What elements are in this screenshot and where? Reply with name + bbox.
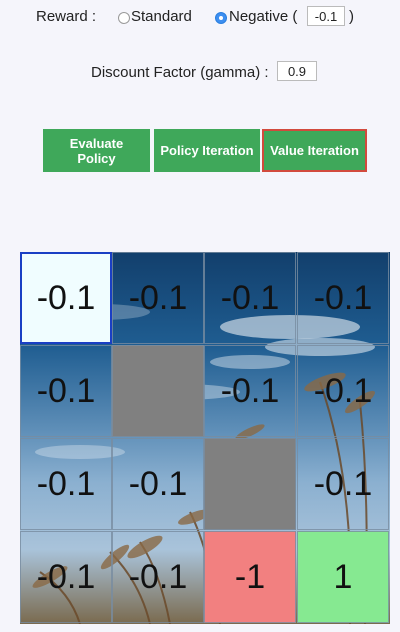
grid-cell[interactable]: -0.1 — [20, 345, 112, 437]
standard-radio[interactable] — [118, 12, 130, 24]
standard-radio-label[interactable]: Standard — [131, 8, 192, 25]
grid-cell-start[interactable]: -0.1 — [20, 252, 112, 344]
grid-cell[interactable]: -0.1 — [112, 531, 204, 623]
negative-close-paren: ) — [349, 8, 354, 25]
negative-radio-label[interactable]: Negative ( — [229, 8, 297, 25]
negative-reward-input[interactable]: -0.1 — [307, 6, 345, 26]
grid-cell-wall[interactable] — [112, 345, 204, 437]
value-iteration-button[interactable]: Value Iteration — [262, 129, 367, 172]
grid-cell[interactable]: -0.1 — [204, 345, 296, 437]
reward-label: Reward : — [36, 8, 97, 25]
grid-cell[interactable]: -0.1 — [204, 252, 296, 344]
gridworld: -0.1 -0.1 -0.1 -0.1 -0.1 -0.1 -0.1 -0.1 … — [20, 252, 390, 624]
policy-iteration-button[interactable]: Policy Iteration — [154, 129, 260, 172]
grid-cell[interactable]: -0.1 — [20, 438, 112, 530]
reward-row: Reward : Standard Negative ( -0.1 ) — [0, 6, 400, 28]
grid-cell[interactable]: -0.1 — [112, 438, 204, 530]
evaluate-policy-button[interactable]: Evaluate Policy — [43, 129, 150, 172]
discount-label: Discount Factor (gamma) : — [91, 64, 269, 81]
discount-row: Discount Factor (gamma) : 0.9 — [0, 61, 400, 83]
grid-cell[interactable]: -0.1 — [297, 252, 389, 344]
discount-input[interactable]: 0.9 — [277, 61, 317, 81]
grid-cell-positive-terminal[interactable]: 1 — [297, 531, 389, 623]
grid-cell-wall[interactable] — [204, 438, 296, 530]
grid-cell-negative-terminal[interactable]: -1 — [204, 531, 296, 623]
grid-cell[interactable]: -0.1 — [297, 438, 389, 530]
grid-cell[interactable]: -0.1 — [112, 252, 204, 344]
grid-cell[interactable]: -0.1 — [20, 531, 112, 623]
negative-radio[interactable] — [215, 12, 227, 24]
grid-cell[interactable]: -0.1 — [297, 345, 389, 437]
